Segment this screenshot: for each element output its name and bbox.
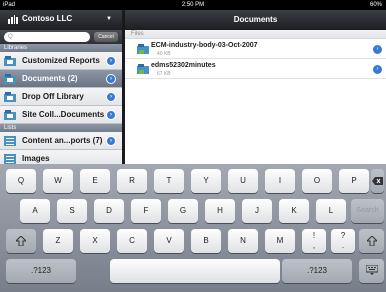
key-j[interactable]: J bbox=[242, 199, 272, 223]
search-bar: Q Cancel bbox=[0, 30, 122, 44]
sidebar: Contoso LLC ▼ Q Cancel Libraries Customi… bbox=[0, 10, 122, 164]
key-r[interactable]: R bbox=[117, 169, 147, 193]
library-icon bbox=[4, 92, 16, 102]
on-screen-keyboard: Q W E R T Y U I O P A S D F G H J K L Se… bbox=[0, 164, 386, 292]
sidebar-item-drop-off-library[interactable]: Drop Off Library › bbox=[0, 88, 122, 106]
libraries-header: Libraries bbox=[0, 44, 122, 52]
key-w[interactable]: W bbox=[43, 169, 73, 193]
hide-keyboard-key[interactable] bbox=[359, 259, 384, 283]
dropdown-caret-icon: ▼ bbox=[106, 16, 112, 22]
clock: 2:50 PM bbox=[181, 2, 205, 8]
sidebar-item-content-and-reports[interactable]: Content an...ports (7) › bbox=[0, 132, 122, 150]
key-question-period[interactable]: ? . bbox=[331, 229, 355, 253]
sidebar-item-customized-reports[interactable]: Customized Reports › bbox=[0, 52, 122, 70]
library-icon bbox=[4, 110, 16, 120]
key-bottom-char: . bbox=[341, 241, 345, 250]
sidebar-item-label: Site Coll...Documents bbox=[22, 110, 105, 119]
files-header: Files bbox=[125, 30, 386, 39]
library-icon bbox=[4, 74, 16, 84]
key-u[interactable]: U bbox=[228, 169, 258, 193]
key-c[interactable]: C bbox=[117, 229, 147, 253]
key-top-char: ! bbox=[312, 231, 316, 240]
key-s[interactable]: S bbox=[57, 199, 87, 223]
numbers-key-right[interactable]: .?123 bbox=[282, 259, 352, 283]
sidebar-item-images[interactable]: Images bbox=[0, 150, 122, 164]
cancel-button[interactable]: Cancel bbox=[94, 32, 118, 42]
document-icon bbox=[137, 44, 149, 54]
library-icon bbox=[4, 56, 16, 66]
key-h[interactable]: H bbox=[205, 199, 235, 223]
documents-pane: Documents Files ECM-industry-body-03-Oct… bbox=[125, 10, 386, 164]
key-g[interactable]: G bbox=[168, 199, 198, 223]
key-f[interactable]: F bbox=[131, 199, 161, 223]
key-e[interactable]: E bbox=[80, 169, 110, 193]
key-m[interactable]: M bbox=[265, 229, 295, 253]
status-bar: iPad 2:50 PM 60% bbox=[0, 0, 386, 10]
key-l[interactable]: L bbox=[316, 199, 346, 223]
shift-key-left[interactable] bbox=[6, 229, 36, 253]
key-t[interactable]: T bbox=[154, 169, 184, 193]
numbers-key-left[interactable]: .?123 bbox=[6, 259, 76, 283]
key-x[interactable]: X bbox=[80, 229, 110, 253]
key-i[interactable]: I bbox=[265, 169, 295, 193]
shift-icon bbox=[14, 235, 28, 247]
battery-label: 60% bbox=[369, 2, 382, 8]
key-v[interactable]: V bbox=[154, 229, 184, 253]
key-a[interactable]: A bbox=[20, 199, 50, 223]
disclosure-icon[interactable]: › bbox=[106, 74, 116, 84]
key-b[interactable]: B bbox=[191, 229, 221, 253]
shift-key-right[interactable] bbox=[359, 229, 384, 253]
disclosure-icon[interactable]: › bbox=[373, 45, 382, 54]
document-icon bbox=[137, 64, 149, 74]
disclosure-icon[interactable]: › bbox=[106, 92, 116, 102]
page-title: Documents bbox=[125, 10, 386, 30]
key-k[interactable]: K bbox=[279, 199, 309, 223]
key-bottom-char: , bbox=[312, 241, 316, 250]
file-name: edms52302minutes bbox=[151, 62, 216, 69]
sidebar-item-label: Customized Reports bbox=[22, 56, 100, 65]
key-p[interactable]: P bbox=[339, 169, 369, 193]
key-o[interactable]: O bbox=[302, 169, 332, 193]
file-name: ECM-industry-body-03-Oct-2007 bbox=[151, 42, 258, 49]
disclosure-icon[interactable]: › bbox=[106, 56, 116, 66]
space-key[interactable] bbox=[110, 259, 280, 283]
list-icon bbox=[4, 136, 16, 146]
sidebar-item-documents[interactable]: Documents (2) › bbox=[0, 70, 122, 88]
disclosure-icon[interactable]: › bbox=[106, 136, 116, 146]
key-top-char: ? bbox=[340, 231, 346, 240]
file-row[interactable]: ECM-industry-body-03-Oct-2007 40 KB › bbox=[125, 39, 386, 59]
key-exclamation-comma[interactable]: ! , bbox=[302, 229, 326, 253]
backspace-key[interactable] bbox=[371, 169, 384, 193]
key-z[interactable]: Z bbox=[43, 229, 73, 253]
file-size: 67 KB bbox=[157, 71, 171, 77]
keyboard-hide-icon bbox=[365, 264, 378, 275]
key-d[interactable]: D bbox=[94, 199, 124, 223]
disclosure-icon[interactable]: › bbox=[106, 110, 116, 120]
file-row[interactable]: edms52302minutes 67 KB › bbox=[125, 59, 386, 79]
lists-header: Lists bbox=[0, 124, 122, 132]
backspace-icon bbox=[372, 177, 383, 185]
sidebar-item-label: Drop Off Library bbox=[22, 92, 84, 101]
site-selector[interactable]: Contoso LLC ▼ bbox=[0, 10, 122, 30]
sidebar-item-site-collection-documents[interactable]: Site Coll...Documents › bbox=[0, 106, 122, 124]
key-y[interactable]: Y bbox=[191, 169, 221, 193]
search-key[interactable]: Search bbox=[351, 199, 384, 223]
shift-icon bbox=[365, 235, 378, 247]
disclosure-icon[interactable]: › bbox=[373, 65, 382, 74]
key-n[interactable]: N bbox=[228, 229, 258, 253]
search-input[interactable]: Q bbox=[4, 32, 90, 42]
sharepoint-logo-icon bbox=[8, 15, 18, 24]
list-icon bbox=[4, 154, 16, 164]
sidebar-item-label: Content an...ports (7) bbox=[22, 136, 103, 145]
key-q[interactable]: Q bbox=[6, 169, 36, 193]
sidebar-item-label: Documents (2) bbox=[22, 74, 78, 83]
site-name: Contoso LLC bbox=[22, 14, 73, 23]
sidebar-item-label: Images bbox=[22, 154, 50, 163]
file-size: 40 KB bbox=[157, 51, 171, 57]
